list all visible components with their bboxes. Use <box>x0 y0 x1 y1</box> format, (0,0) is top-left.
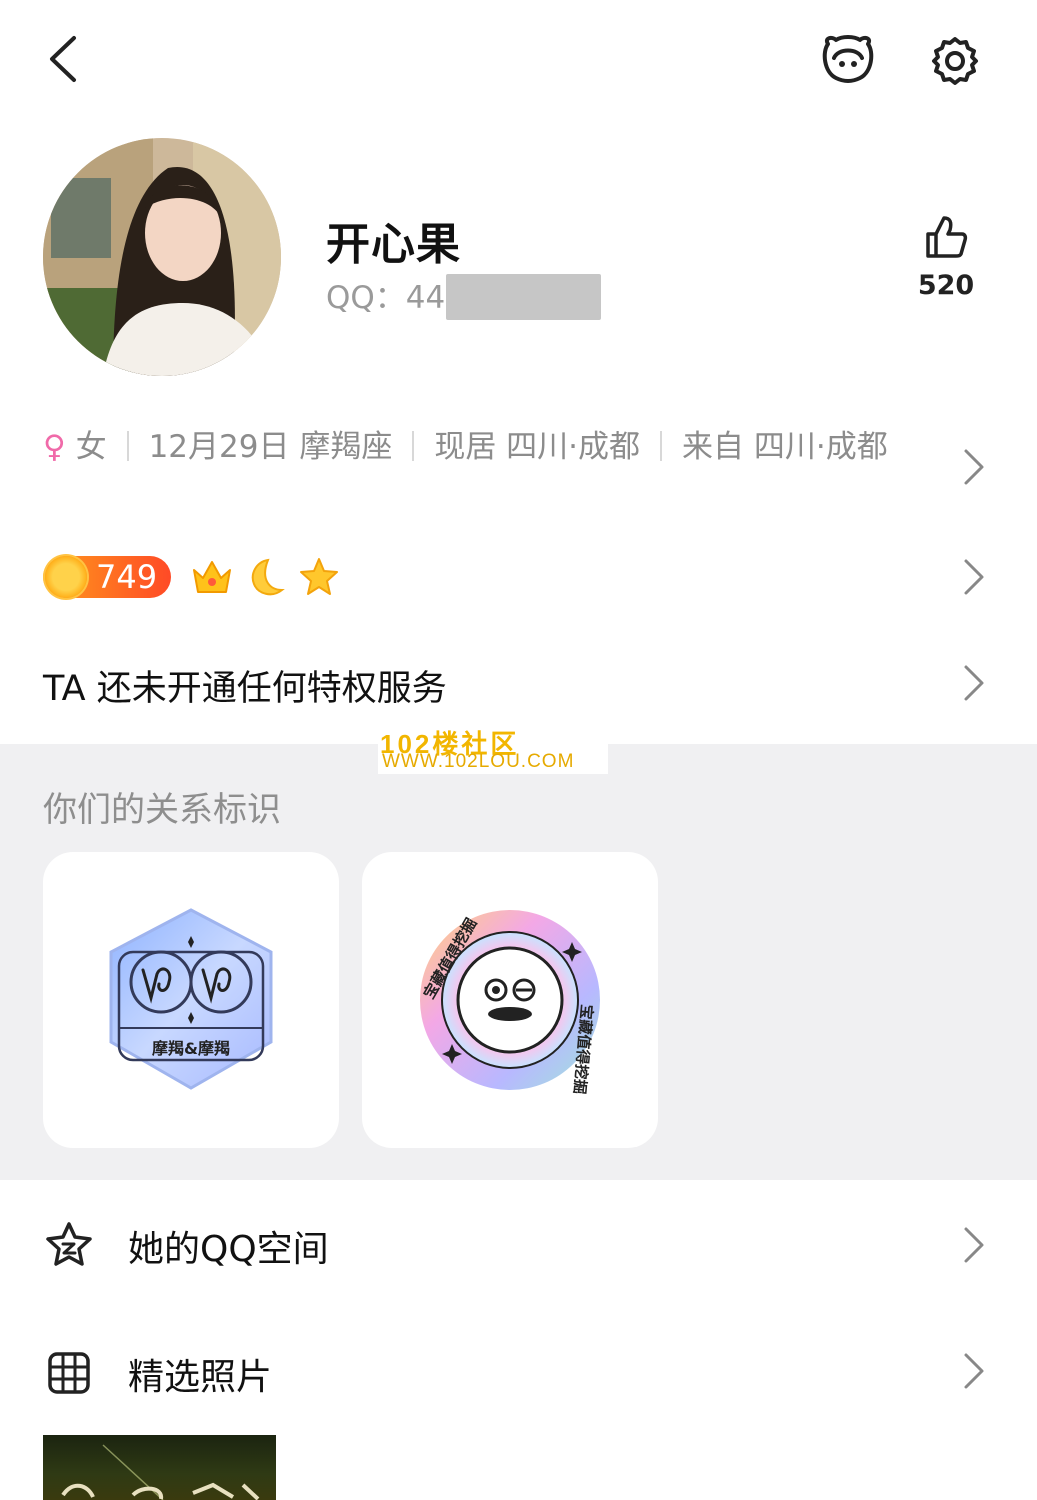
gender: 女 <box>75 429 107 465</box>
crown-icon <box>190 556 234 598</box>
chevron-right-icon[interactable] <box>963 1226 985 1264</box>
thumbs-up-icon <box>926 216 968 258</box>
chevron-left-icon <box>50 36 76 82</box>
female-icon: ♀ <box>43 429 66 465</box>
current-location: 现居 四川·成都 <box>434 429 641 465</box>
moon-icon <box>246 556 288 598</box>
divider <box>412 431 415 461</box>
gear-icon <box>932 37 978 85</box>
qq-penguin-face-icon <box>822 35 874 83</box>
like-count: 520 <box>917 270 975 301</box>
qzone-link[interactable]: 她的QQ空间 <box>128 1220 329 1272</box>
star-icon <box>298 556 340 598</box>
profile-name: 开心果 <box>326 219 461 270</box>
relationship-title: 你们的关系标识 <box>43 790 281 830</box>
grid-icon <box>46 1350 92 1396</box>
hometown: 来自 四川·成都 <box>682 429 888 465</box>
level-coin-icon <box>45 556 87 598</box>
qq-number-redaction <box>446 274 601 320</box>
relationship-badge-label: 摩羯&摩羯 <box>152 1039 230 1058</box>
featured-photos-link[interactable]: 精选照片 <box>128 1348 272 1400</box>
relationship-card-capricorn[interactable]: 摩羯&摩羯 <box>43 852 339 1148</box>
settings-button[interactable] <box>928 34 982 88</box>
qq-number: QQ：44 <box>326 280 446 316</box>
capricorn-badge-icon: 摩羯&摩羯 <box>109 908 273 1090</box>
privilege-status[interactable]: TA 还未开通任何特权服务 <box>43 660 447 711</box>
watermark-url: WWW.102LOU.COM <box>382 751 575 772</box>
level-value: 749 <box>96 558 158 596</box>
divider <box>126 431 129 461</box>
back-button[interactable] <box>44 34 84 84</box>
chevron-right-icon[interactable] <box>963 448 985 486</box>
photo-thumbnail[interactable] <box>43 1435 276 1500</box>
chevron-right-icon[interactable] <box>963 664 985 702</box>
profile-info-row[interactable]: ♀ 女 12月29日 摩羯座 现居 四川·成都 来自 四川·成都 <box>43 424 913 470</box>
chevron-right-icon[interactable] <box>963 1352 985 1390</box>
birthday: 12月29日 摩羯座 <box>148 429 393 465</box>
avatar[interactable] <box>43 138 281 376</box>
like-button[interactable] <box>924 214 968 260</box>
star-outline-icon <box>44 1220 94 1270</box>
divider <box>660 431 663 461</box>
relationship-card-treasure[interactable]: 宝藏值得挖掘 宝藏值得挖掘 <box>362 852 658 1148</box>
mascot-button[interactable] <box>820 34 876 84</box>
treasure-badge-icon: 宝藏值得挖掘 宝藏值得挖掘 <box>420 910 600 1095</box>
chevron-right-icon[interactable] <box>963 558 985 596</box>
